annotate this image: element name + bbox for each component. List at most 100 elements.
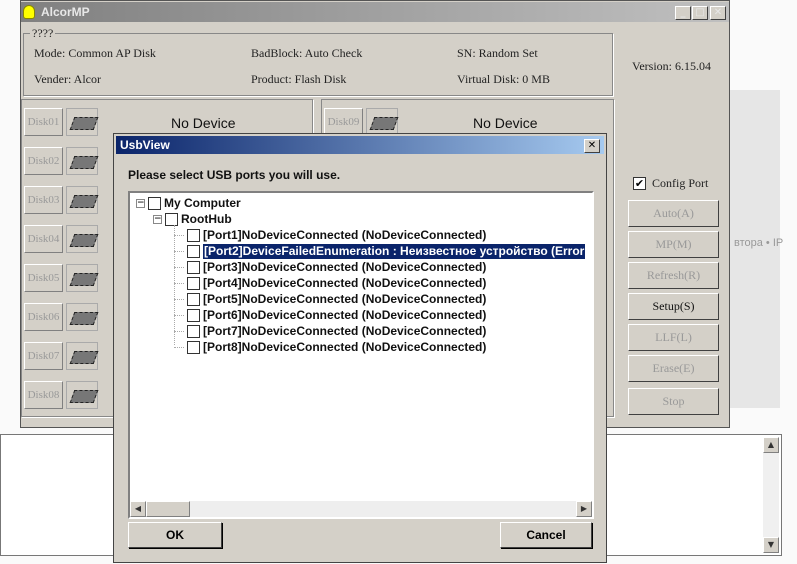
stop-button[interactable]: Stop — [628, 388, 719, 415]
chip-icon — [66, 147, 98, 175]
tree-line — [174, 234, 184, 236]
group-title: ???? — [30, 26, 56, 41]
checkbox-checked-icon[interactable]: ✔ — [633, 177, 646, 190]
disk-button-disk04[interactable]: Disk04 — [24, 225, 63, 253]
scroll-left-icon[interactable]: ◀ — [130, 501, 146, 517]
collapse-icon[interactable]: − — [153, 214, 162, 224]
title-bar[interactable]: AlcorMP _ □ ✕ — [21, 2, 729, 22]
disk-button-disk05[interactable]: Disk05 — [24, 264, 63, 292]
tree-line — [174, 250, 184, 252]
port-label: [Port3]NoDeviceConnected (NoDeviceConnec… — [203, 259, 487, 274]
checkbox[interactable] — [187, 340, 200, 354]
chip-icon — [66, 186, 98, 214]
badblock-label: BadBlock: Auto Check — [251, 46, 363, 60]
disk-button-disk08[interactable]: Disk08 — [24, 381, 63, 409]
disk-button-disk09[interactable]: Disk09 — [324, 108, 363, 136]
tree-node-port[interactable]: [Port7]NoDeviceConnected (NoDeviceConnec… — [174, 323, 486, 339]
checkbox[interactable] — [187, 244, 200, 258]
erase-button[interactable]: Erase(E) — [628, 355, 719, 382]
chip-icon — [66, 342, 98, 370]
cancel-button[interactable]: Cancel — [500, 522, 592, 548]
scroll-thumb[interactable] — [146, 501, 190, 517]
tree-node-port[interactable]: [Port8]NoDeviceConnected (NoDeviceConnec… — [174, 339, 486, 355]
chip-icon — [66, 225, 98, 253]
tree-node-port[interactable]: [Port2]DeviceFailedEnumeration : Неизвес… — [174, 243, 586, 259]
checkbox[interactable] — [187, 324, 200, 338]
maximize-button[interactable]: □ — [692, 6, 708, 20]
background-text: втора • IP — [734, 237, 784, 249]
tree-node-roothub[interactable]: − RootHub — [153, 211, 232, 227]
tree-node-my-computer[interactable]: − My Computer — [136, 195, 241, 211]
disk-button-disk01[interactable]: Disk01 — [24, 108, 63, 136]
setup-button[interactable]: Setup(S) — [628, 293, 719, 320]
tree-line — [174, 282, 184, 284]
checkbox[interactable] — [187, 308, 200, 322]
dialog-prompt: Please select USB ports you will use. — [128, 168, 341, 182]
minimize-button[interactable]: _ — [675, 6, 691, 20]
tree-node-port[interactable]: [Port5]NoDeviceConnected (NoDeviceConnec… — [174, 291, 486, 307]
ok-button[interactable]: OK — [128, 522, 222, 548]
vender-label: Vender: Alcor — [34, 72, 101, 86]
dialog-title: UsbView — [120, 138, 170, 152]
tree-line — [174, 330, 184, 332]
tree-label: My Computer — [164, 195, 241, 210]
virtual-disk-label: Virtual Disk: 0 MB — [457, 72, 550, 86]
port-label: [Port7]NoDeviceConnected (NoDeviceConnec… — [203, 323, 487, 338]
usbview-dialog: UsbView ✕ Please select USB ports you wi… — [113, 133, 607, 563]
window-title: AlcorMP — [41, 5, 90, 19]
scroll-right-icon[interactable]: ▶ — [576, 501, 592, 517]
disk-button-disk02[interactable]: Disk02 — [24, 147, 63, 175]
chip-icon — [66, 381, 98, 409]
port-label: [Port6]NoDeviceConnected (NoDeviceConnec… — [203, 307, 487, 322]
close-button[interactable]: ✕ — [710, 6, 726, 20]
config-port-label: Config Port — [652, 176, 709, 190]
no-device-label: No Device — [473, 115, 538, 131]
checkbox[interactable] — [165, 212, 178, 226]
tree-label: RootHub — [181, 211, 232, 226]
tree-line — [174, 225, 175, 345]
chip-icon — [366, 108, 398, 136]
port-label: [Port4]NoDeviceConnected (NoDeviceConnec… — [203, 275, 487, 290]
port-label: [Port2]DeviceFailedEnumeration : Неизвес… — [203, 243, 586, 259]
lightbulb-icon — [23, 5, 35, 19]
horizontal-scrollbar[interactable]: ◀ ▶ — [130, 501, 592, 517]
chip-icon — [66, 303, 98, 331]
scroll-up-icon[interactable]: ▲ — [763, 437, 779, 453]
disk-button-disk06[interactable]: Disk06 — [24, 303, 63, 331]
config-port-checkbox[interactable]: ✔ Config Port — [633, 176, 708, 191]
dialog-close-button[interactable]: ✕ — [584, 139, 600, 153]
checkbox[interactable] — [187, 276, 200, 290]
chip-icon — [66, 264, 98, 292]
mode-label: Mode: Common AP Disk — [34, 46, 156, 60]
disk-button-disk07[interactable]: Disk07 — [24, 342, 63, 370]
checkbox[interactable] — [148, 196, 161, 210]
tree-line — [174, 266, 184, 268]
product-label: Product: Flash Disk — [251, 72, 347, 86]
tree-line — [174, 314, 184, 316]
scroll-down-icon[interactable]: ▼ — [763, 537, 779, 553]
collapse-icon[interactable]: − — [136, 198, 145, 208]
tree-node-port[interactable]: [Port3]NoDeviceConnected (NoDeviceConnec… — [174, 259, 486, 275]
usb-tree[interactable]: − My Computer − RootHub [Port1]NoDeviceC… — [128, 191, 594, 519]
port-label: [Port1]NoDeviceConnected (NoDeviceConnec… — [203, 227, 487, 242]
checkbox[interactable] — [187, 292, 200, 306]
no-device-label: No Device — [171, 115, 236, 131]
vertical-scrollbar[interactable]: ▲ ▼ — [763, 437, 779, 553]
sn-label: SN: Random Set — [457, 46, 538, 60]
tree-line — [174, 346, 184, 348]
dialog-title-bar[interactable]: UsbView ✕ — [116, 136, 604, 154]
checkbox[interactable] — [187, 260, 200, 274]
auto-button[interactable]: Auto(A) — [628, 200, 719, 227]
version-label: Version: 6.15.04 — [632, 59, 711, 73]
tree-node-port[interactable]: [Port1]NoDeviceConnected (NoDeviceConnec… — [174, 227, 486, 243]
tree-node-port[interactable]: [Port4]NoDeviceConnected (NoDeviceConnec… — [174, 275, 486, 291]
checkbox[interactable] — [187, 228, 200, 242]
refresh-button[interactable]: Refresh(R) — [628, 262, 719, 289]
tree-line — [174, 298, 184, 300]
chip-icon — [66, 108, 98, 136]
disk-button-disk03[interactable]: Disk03 — [24, 186, 63, 214]
llf-button[interactable]: LLF(L) — [628, 324, 719, 351]
mp-button[interactable]: MP(M) — [628, 231, 719, 258]
port-label: [Port8]NoDeviceConnected (NoDeviceConnec… — [203, 339, 487, 354]
tree-node-port[interactable]: [Port6]NoDeviceConnected (NoDeviceConnec… — [174, 307, 486, 323]
